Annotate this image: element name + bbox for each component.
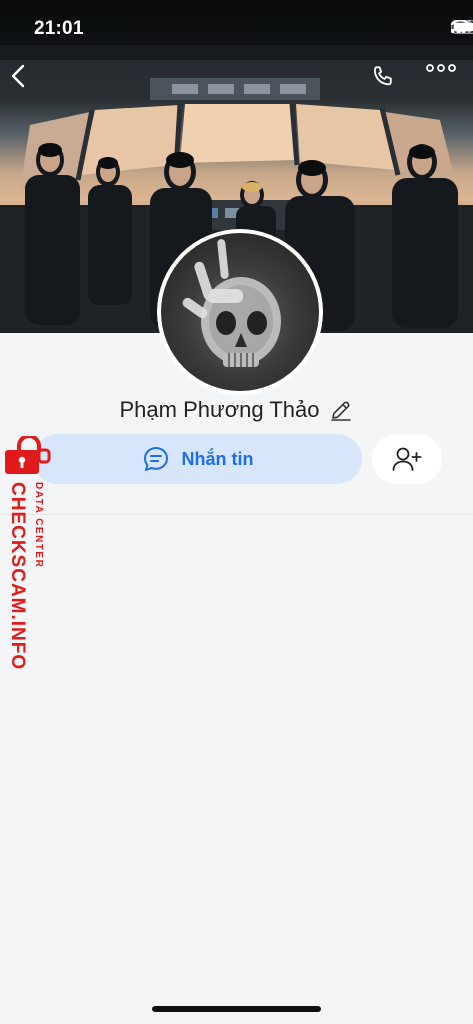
chat-bubble-icon xyxy=(143,447,168,471)
more-button[interactable] xyxy=(426,64,466,104)
watermark: CHECKSCAM.INFO DATA CENTER xyxy=(2,482,48,671)
message-button[interactable]: Nhắn tin xyxy=(33,434,362,484)
message-button-label: Nhắn tin xyxy=(181,448,254,469)
profile-name: Phạm Phương Thảo xyxy=(119,397,320,422)
watermark-main-text: CHECKSCAM.INFO xyxy=(7,482,28,671)
add-friend-button[interactable] xyxy=(372,434,442,484)
home-indicator[interactable] xyxy=(152,1006,321,1012)
status-time: 21:01 xyxy=(34,18,84,39)
avatar-image xyxy=(161,233,319,391)
avatar[interactable] xyxy=(157,229,323,395)
lock-icon xyxy=(5,436,51,474)
watermark-sub-text: DATA CENTER xyxy=(33,482,44,569)
more-horizontal-icon xyxy=(426,64,456,72)
back-button[interactable] xyxy=(10,64,50,104)
call-button[interactable] xyxy=(370,64,410,104)
chevron-left-icon xyxy=(11,64,25,88)
edit-name-button[interactable] xyxy=(329,398,353,422)
phone-icon xyxy=(373,66,392,86)
battery-icon xyxy=(451,20,473,34)
section-divider xyxy=(0,514,473,515)
pencil-icon xyxy=(331,401,352,421)
profile-name-row: Phạm Phương Thảo xyxy=(0,392,473,428)
add-user-icon xyxy=(392,447,422,471)
